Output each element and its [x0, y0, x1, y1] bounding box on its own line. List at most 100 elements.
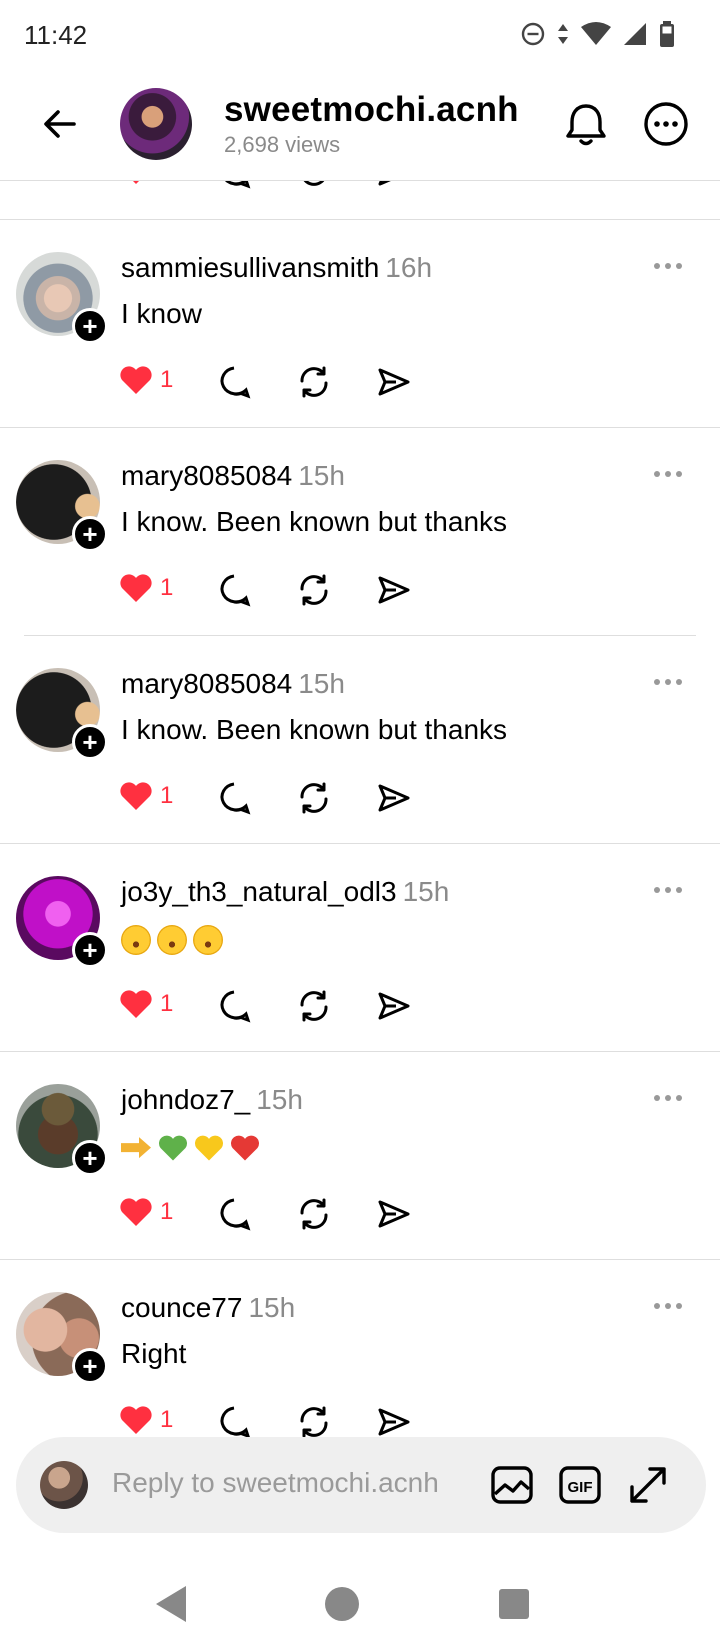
- comment-more-button[interactable]: [654, 258, 690, 274]
- comment-username[interactable]: jo3y_th3_natural_odl3 15h: [121, 876, 449, 908]
- comment-item[interactable]: + mary8085084 15h I know. Been known but …: [0, 636, 720, 844]
- comment-more-button[interactable]: [654, 674, 690, 690]
- comment-icon[interactable]: [216, 1404, 252, 1440]
- nav-recents-icon[interactable]: [490, 1580, 538, 1628]
- heart-icon: [120, 574, 152, 602]
- repost-icon[interactable]: [296, 780, 332, 816]
- reply-input[interactable]: Reply to sweetmochi.acnh: [112, 1467, 439, 1499]
- like-button[interactable]: 1: [118, 570, 173, 606]
- comment-icon[interactable]: [216, 988, 252, 1024]
- follow-plus-button[interactable]: +: [72, 516, 108, 552]
- share-icon[interactable]: [376, 1196, 412, 1232]
- comment-more-button[interactable]: [654, 1090, 690, 1106]
- repost-icon[interactable]: [296, 364, 332, 400]
- comment-username[interactable]: counce77 15h: [121, 1292, 295, 1324]
- comment-more-button[interactable]: [654, 882, 690, 898]
- follow-plus-button[interactable]: +: [72, 724, 108, 760]
- expand-icon[interactable]: [624, 1461, 672, 1509]
- nav-back-icon[interactable]: [148, 1580, 196, 1628]
- follow-plus-button[interactable]: +: [72, 1140, 108, 1176]
- like-count: 1: [160, 1198, 174, 1225]
- pointing-right-emoji: [121, 1137, 151, 1159]
- back-button[interactable]: [36, 100, 84, 148]
- like-count: 1: [160, 1406, 174, 1433]
- follow-plus-button[interactable]: +: [72, 308, 108, 344]
- comment-time: 15h: [298, 460, 345, 491]
- like-count: 1: [160, 782, 174, 809]
- notifications-button[interactable]: [560, 98, 612, 150]
- follow-plus-button[interactable]: +: [72, 1348, 108, 1384]
- comment-icon[interactable]: [216, 1196, 252, 1232]
- rolling-laughing-emoji: [193, 924, 223, 955]
- comment-actions: 1: [118, 1402, 458, 1442]
- repost-icon[interactable]: [296, 1404, 332, 1440]
- nav-home-icon[interactable]: [318, 1580, 366, 1628]
- reply-composer[interactable]: Reply to sweetmochi.acnh GIF: [16, 1437, 706, 1533]
- comment-more-button[interactable]: [654, 466, 690, 482]
- red-heart-emoji: [230, 1135, 260, 1161]
- yellow-heart-emoji: [194, 1135, 224, 1161]
- like-button[interactable]: 1: [118, 1402, 173, 1438]
- username-text[interactable]: sammiesullivansmith: [121, 252, 379, 283]
- follow-plus-button[interactable]: +: [72, 932, 108, 968]
- like-button[interactable]: 1: [118, 1194, 173, 1230]
- view-count: 2,698 views: [224, 132, 341, 157]
- comment-actions: 1: [118, 778, 458, 818]
- comment-text: I know: [121, 298, 202, 329]
- username-text[interactable]: jo3y_th3_natural_odl3: [121, 876, 397, 907]
- comment-time: 16h: [385, 252, 433, 283]
- comment-username[interactable]: mary8085084 15h: [121, 460, 345, 492]
- comment-icon[interactable]: [216, 780, 252, 816]
- username-text[interactable]: mary8085084: [121, 460, 292, 491]
- repost-icon[interactable]: [296, 988, 332, 1024]
- comment-item[interactable]: + mary8085084 15h I know. Been known but …: [0, 428, 720, 636]
- username-text[interactable]: counce77: [121, 1292, 242, 1323]
- image-icon[interactable]: [488, 1461, 536, 1509]
- share-icon[interactable]: [376, 1404, 412, 1440]
- repost-icon[interactable]: [296, 1196, 332, 1232]
- comment-emojis: [121, 1130, 261, 1163]
- bell-icon: [566, 104, 606, 146]
- username-text[interactable]: mary8085084: [121, 668, 292, 699]
- comment-time: 15h: [298, 668, 345, 699]
- status-bar: 11:42: [0, 0, 720, 72]
- comment-icon[interactable]: [216, 364, 252, 400]
- status-time: 11:42: [24, 20, 88, 50]
- signal-icon: [624, 23, 646, 45]
- like-button[interactable]: 1: [118, 986, 173, 1022]
- comment-icon[interactable]: [216, 572, 252, 608]
- more-circle-icon: [644, 102, 688, 146]
- heart-icon: [120, 1198, 152, 1226]
- like-button[interactable]: 1: [118, 362, 173, 398]
- dnd-icon: [521, 22, 545, 46]
- author-avatar[interactable]: [120, 88, 192, 160]
- heart-icon: [120, 782, 152, 810]
- comment-more-button[interactable]: [654, 1298, 690, 1314]
- like-button[interactable]: 1: [118, 778, 173, 814]
- comment-item[interactable]: + jo3y_th3_natural_odl3 15h 1: [0, 844, 720, 1052]
- battery-icon: [660, 21, 674, 47]
- share-icon[interactable]: [376, 988, 412, 1024]
- comment-username[interactable]: sammiesullivansmith 16h: [121, 252, 432, 284]
- wifi-icon: [581, 22, 611, 45]
- comment-text: Right: [121, 1338, 187, 1369]
- username-text[interactable]: johndoz7_: [121, 1084, 250, 1115]
- more-options-button[interactable]: [640, 98, 692, 150]
- comment-actions: 1: [118, 570, 458, 610]
- comment-item[interactable]: + johndoz7_ 15h 1: [0, 1052, 720, 1260]
- repost-icon[interactable]: [296, 572, 332, 608]
- rolling-laughing-emoji: [157, 924, 187, 955]
- share-icon[interactable]: [376, 364, 412, 400]
- comment-time: 15h: [402, 876, 450, 907]
- comment-username[interactable]: mary8085084 15h: [121, 668, 345, 700]
- comment-username[interactable]: johndoz7_ 15h: [121, 1084, 303, 1116]
- comment-actions: 1: [118, 362, 458, 402]
- svg-text:GIF: GIF: [568, 1479, 593, 1496]
- author-username[interactable]: sweetmochi.acnh: [224, 90, 519, 130]
- share-icon[interactable]: [376, 780, 412, 816]
- gif-icon[interactable]: GIF: [556, 1461, 604, 1509]
- my-avatar: [40, 1461, 88, 1509]
- heart-icon: [120, 990, 152, 1018]
- share-icon[interactable]: [376, 572, 412, 608]
- comment-item[interactable]: + sammiesullivansmith 16h I know 1: [0, 220, 720, 428]
